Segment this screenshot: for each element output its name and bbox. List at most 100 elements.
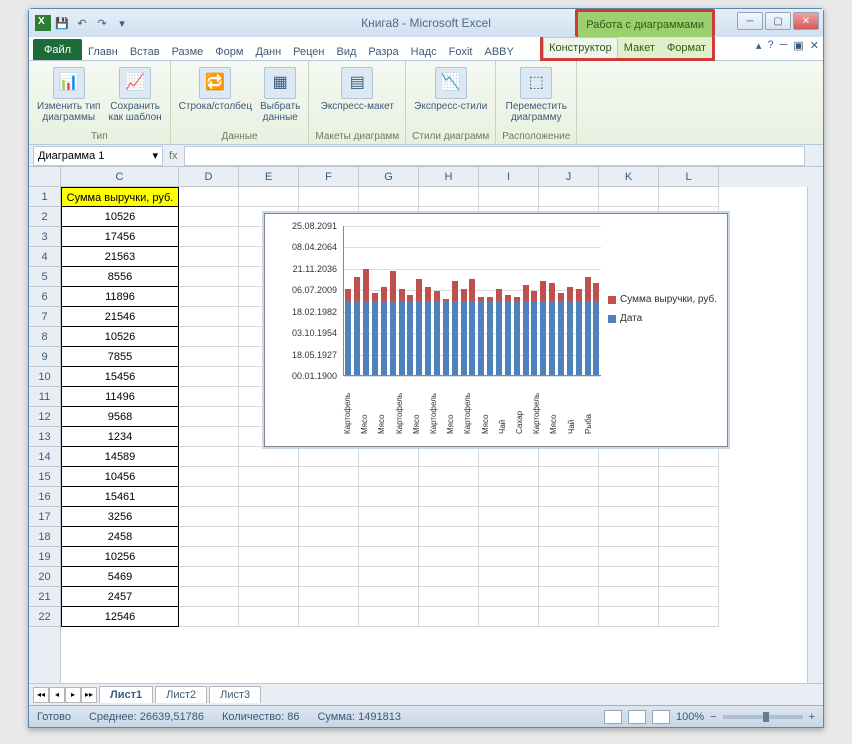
cell[interactable] <box>299 507 359 527</box>
cell[interactable] <box>479 507 539 527</box>
row-header[interactable]: 3 <box>29 227 60 247</box>
col-header[interactable]: H <box>419 167 479 187</box>
tab-Данн[interactable]: Данн <box>249 41 287 60</box>
cell[interactable] <box>239 607 299 627</box>
row-header[interactable]: 16 <box>29 487 60 507</box>
tab-layout[interactable]: Макет <box>618 37 661 58</box>
view-layout-button[interactable] <box>628 710 646 724</box>
cell[interactable] <box>359 527 419 547</box>
cell[interactable] <box>599 547 659 567</box>
undo-button[interactable]: ↶ <box>73 14 91 32</box>
cell[interactable] <box>299 587 359 607</box>
cell[interactable] <box>239 467 299 487</box>
cell[interactable] <box>179 447 239 467</box>
row-header[interactable]: 14 <box>29 447 60 467</box>
cell[interactable] <box>359 187 419 207</box>
sheet-nav-next[interactable]: ▸ <box>65 687 81 703</box>
maximize-button[interactable]: ▢ <box>765 12 791 30</box>
row-header[interactable]: 18 <box>29 527 60 547</box>
cell[interactable] <box>479 527 539 547</box>
sheet-nav-prev[interactable]: ◂ <box>49 687 65 703</box>
zoom-slider[interactable] <box>723 715 803 719</box>
cell[interactable] <box>539 527 599 547</box>
sheet-nav-first[interactable]: ◂◂ <box>33 687 49 703</box>
col-header[interactable]: D <box>179 167 239 187</box>
cell[interactable] <box>539 487 599 507</box>
cell[interactable] <box>479 447 539 467</box>
cell[interactable]: 11496 <box>61 387 179 407</box>
minimize-ribbon-icon[interactable]: ▴ <box>756 39 762 52</box>
cell[interactable] <box>179 247 239 267</box>
tab-Рецен[interactable]: Рецен <box>287 41 330 60</box>
cell[interactable] <box>299 467 359 487</box>
cell[interactable] <box>419 547 479 567</box>
zoom-in-button[interactable]: + <box>809 711 815 723</box>
tab-format[interactable]: Формат <box>661 37 712 58</box>
tab-Встав[interactable]: Встав <box>124 41 166 60</box>
cell[interactable] <box>239 547 299 567</box>
view-normal-button[interactable] <box>604 710 622 724</box>
cell[interactable] <box>359 447 419 467</box>
save-template-button[interactable]: 📈Сохранитькак шаблон <box>106 65 163 125</box>
cell[interactable] <box>179 607 239 627</box>
minimize-button[interactable]: ─ <box>737 12 763 30</box>
cell[interactable] <box>179 387 239 407</box>
doc-minimize-icon[interactable]: ─ <box>780 39 788 52</box>
row-header[interactable]: 22 <box>29 607 60 627</box>
cell[interactable]: 21563 <box>61 247 179 267</box>
cell[interactable] <box>659 487 719 507</box>
cell[interactable]: 8556 <box>61 267 179 287</box>
cell[interactable] <box>359 507 419 527</box>
row-header[interactable]: 21 <box>29 587 60 607</box>
zoom-level[interactable]: 100% <box>676 711 704 723</box>
cell[interactable] <box>359 467 419 487</box>
cell[interactable]: 14589 <box>61 447 179 467</box>
cell[interactable] <box>539 447 599 467</box>
cell[interactable] <box>359 567 419 587</box>
cell[interactable] <box>179 467 239 487</box>
select-data-button[interactable]: ▦Выбратьданные <box>258 65 302 125</box>
cell[interactable]: 2458 <box>61 527 179 547</box>
cell[interactable] <box>179 567 239 587</box>
cell[interactable]: 2457 <box>61 587 179 607</box>
col-header[interactable]: K <box>599 167 659 187</box>
select-all-corner[interactable] <box>29 167 60 187</box>
tab-Разра[interactable]: Разра <box>362 41 404 60</box>
col-header[interactable]: E <box>239 167 299 187</box>
chevron-down-icon[interactable]: ▾ <box>152 149 158 162</box>
vertical-scrollbar[interactable] <box>807 187 823 683</box>
cell[interactable] <box>239 587 299 607</box>
cell[interactable]: 15461 <box>61 487 179 507</box>
cell[interactable] <box>299 447 359 467</box>
cell[interactable] <box>659 587 719 607</box>
cell[interactable] <box>179 287 239 307</box>
cell[interactable] <box>479 487 539 507</box>
col-header[interactable]: I <box>479 167 539 187</box>
tab-Вид[interactable]: Вид <box>331 41 363 60</box>
move-chart-button[interactable]: ⬚Переместитьдиаграмму <box>504 65 569 125</box>
cell[interactable] <box>599 487 659 507</box>
cell[interactable] <box>179 307 239 327</box>
name-box[interactable]: Диаграмма 1▾ <box>33 146 163 166</box>
sheet-tab[interactable]: Лист2 <box>155 686 207 703</box>
cell[interactable] <box>419 187 479 207</box>
cell[interactable]: 11896 <box>61 287 179 307</box>
cell[interactable] <box>359 487 419 507</box>
cell[interactable]: 10526 <box>61 207 179 227</box>
cell[interactable] <box>539 567 599 587</box>
cell[interactable] <box>479 547 539 567</box>
doc-restore-icon[interactable]: ▣ <box>793 39 803 52</box>
cell[interactable] <box>539 187 599 207</box>
cell[interactable] <box>539 467 599 487</box>
cell[interactable] <box>599 447 659 467</box>
doc-close-icon[interactable]: ✕ <box>810 39 819 52</box>
cell[interactable] <box>299 487 359 507</box>
cell[interactable] <box>599 187 659 207</box>
cell[interactable] <box>659 507 719 527</box>
chart-legend[interactable]: Сумма выручки, руб. Дата <box>608 294 717 332</box>
cell[interactable] <box>359 607 419 627</box>
row-header[interactable]: 4 <box>29 247 60 267</box>
sheet-tab[interactable]: Лист3 <box>209 686 261 703</box>
cell[interactable] <box>359 547 419 567</box>
row-header[interactable]: 5 <box>29 267 60 287</box>
